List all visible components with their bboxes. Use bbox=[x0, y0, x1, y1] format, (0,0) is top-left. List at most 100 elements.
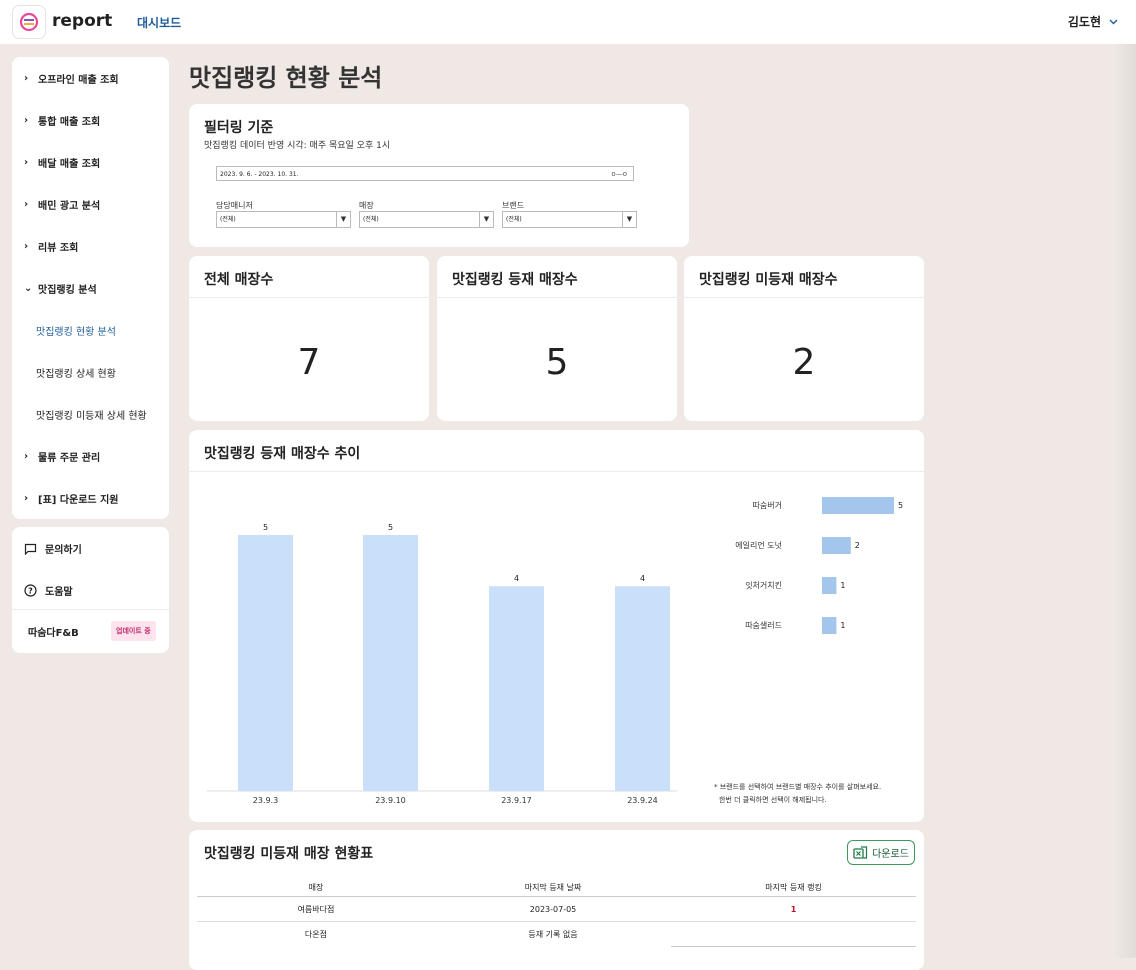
sidebar-item-integrated-sales[interactable]: › 통합 매출 조회 bbox=[24, 113, 100, 128]
table-cell: 다온점 bbox=[304, 929, 328, 939]
help-icon: ? bbox=[24, 584, 37, 597]
table-row[interactable]: 다온점 등재 기록 없음 bbox=[197, 921, 916, 947]
excel-download-icon bbox=[853, 845, 868, 859]
select-value: (전체) bbox=[220, 216, 236, 223]
sidebar-subitem-unlisted-detail[interactable]: 맛집랭킹 미등재 상세 현황 bbox=[36, 407, 147, 422]
data-label: 5 bbox=[898, 501, 903, 510]
chevron-down-icon: ⌄ bbox=[24, 283, 33, 294]
x-tick-label: 23.9.17 bbox=[501, 796, 532, 805]
bar bbox=[489, 586, 544, 791]
table-cell: 2023-07-05 bbox=[434, 896, 672, 922]
chart-note-line2: 한번 더 클릭하면 선택이 해제됩니다. bbox=[719, 796, 827, 804]
sidebar-item-logistics-orders[interactable]: › 물류 주문 관리 bbox=[24, 449, 100, 464]
sidebar-subitem-ranking-overview[interactable]: 맛집랭킹 현황 분석 bbox=[36, 323, 116, 338]
sidebar-item-label: 통합 매출 조회 bbox=[38, 117, 101, 128]
bar bbox=[238, 535, 293, 791]
support-panel: 문의하기 ? 도움말 따숨다F&B 업데이트 중 bbox=[12, 527, 169, 653]
table-cell bbox=[671, 921, 916, 947]
top-bar: report 대시보드 김도현 bbox=[0, 0, 1136, 44]
divider bbox=[437, 297, 677, 298]
sidebar-item-ranking-analysis[interactable]: ⌄ 맛집랭킹 분석 bbox=[24, 281, 97, 296]
sidebar-item-label: 배민 광고 분석 bbox=[38, 201, 101, 212]
sidebar-item-label: 문의하기 bbox=[45, 545, 82, 556]
sidebar-item-label: 맛집랭킹 분석 bbox=[38, 285, 97, 296]
chat-icon bbox=[24, 543, 37, 555]
brand-select[interactable]: (전체) ▼ bbox=[502, 211, 637, 228]
bar bbox=[363, 535, 418, 791]
table-cell: 등재 기록 없음 bbox=[528, 929, 578, 939]
sidebar-item-offline-sales[interactable]: › 오프라인 매출 조회 bbox=[24, 71, 119, 86]
x-tick-label: 23.9.3 bbox=[253, 796, 278, 805]
manager-select-label: 담당매니저 bbox=[216, 201, 253, 210]
chevron-right-icon: › bbox=[24, 493, 29, 504]
table-cell: 여름바다점 bbox=[197, 896, 435, 922]
dropdown-arrow-icon: ▼ bbox=[622, 212, 636, 227]
trend-chart-card: 맛집랭킹 등재 매장수 추이 5 23.9.3 5 23.9.10 4 23.9.17 4 2… bbox=[189, 430, 924, 822]
chevron-right-icon: › bbox=[24, 241, 29, 252]
page-title: 맛집랭킹 현황 분석 bbox=[189, 64, 383, 92]
brand-label: 따숨버거 bbox=[753, 500, 782, 510]
table-cell: 1 bbox=[671, 896, 916, 922]
sidebar-item-delivery-sales[interactable]: › 배달 매출 조회 bbox=[24, 155, 100, 170]
company-name: 따숨다F&B bbox=[28, 628, 79, 639]
divider bbox=[12, 609, 169, 610]
user-menu[interactable]: 김도현 bbox=[1068, 13, 1118, 30]
bar bbox=[615, 586, 670, 791]
app-logo[interactable] bbox=[12, 5, 46, 39]
kpi-value: 2 bbox=[792, 342, 816, 383]
brand-label: 잇처거치킨 bbox=[745, 580, 782, 590]
sidebar-item-baemin-ads[interactable]: › 배민 광고 분석 bbox=[24, 197, 100, 212]
data-label: 5 bbox=[263, 523, 268, 532]
svg-text:?: ? bbox=[28, 587, 33, 596]
kpi-card-total-stores: 전체 매장수 7 bbox=[189, 256, 429, 421]
kpi-value: 7 bbox=[297, 342, 321, 383]
column-header: 매장 bbox=[197, 878, 435, 897]
nav-dashboard[interactable]: 대시보드 bbox=[137, 14, 181, 31]
sidebar-item-help[interactable]: ? 도움말 bbox=[24, 583, 73, 598]
brand-label: 따숨샐러드 bbox=[745, 621, 782, 630]
chevron-right-icon: › bbox=[24, 199, 29, 210]
right-edge-shade bbox=[1114, 44, 1136, 958]
brand-bar bbox=[822, 497, 894, 514]
sidebar-item-label: 도움말 bbox=[45, 587, 73, 598]
data-label: 4 bbox=[514, 574, 519, 583]
column-header: 마지막 등재 날짜 bbox=[434, 878, 672, 897]
filter-card: 필터링 기준 맛집랭킹 데이터 반영 시각: 매주 목요일 오후 1시 2023… bbox=[189, 104, 689, 247]
data-label: 4 bbox=[640, 574, 645, 583]
trend-chart: 5 23.9.3 5 23.9.10 4 23.9.17 4 23.9.24 따숨버거 5 에일리언… bbox=[207, 497, 903, 805]
data-label: 1 bbox=[840, 621, 845, 630]
sidebar-nav: › 오프라인 매출 조회 › 통합 매출 조회 › 배달 매출 조회 › 배민 광고 분… bbox=[12, 57, 169, 519]
table-title: 맛집랭킹 미등재 매장 현황표 bbox=[204, 846, 374, 862]
chevron-down-icon bbox=[1109, 19, 1118, 24]
manager-select[interactable]: (전체) ▼ bbox=[216, 211, 351, 228]
brand-bar bbox=[822, 577, 837, 594]
date-range-value: 2023. 9. 6. - 2023. 10. 31. bbox=[220, 171, 299, 178]
x-tick-label: 23.9.10 bbox=[375, 796, 406, 805]
sidebar-item-download-support[interactable]: › [표] 다운로드 지원 bbox=[24, 491, 119, 506]
table-row[interactable]: 여름바다점 2023-07-05 1 bbox=[197, 896, 916, 922]
unlisted-stores-table: 매장 마지막 등재 날짜 마지막 등재 랭킹 여름바다점 2023-07-05 … bbox=[197, 878, 916, 947]
store-select[interactable]: (전체) ▼ bbox=[359, 211, 494, 228]
x-tick-label: 23.9.24 bbox=[627, 796, 658, 805]
brand-bar bbox=[822, 617, 837, 634]
sidebar-item-label: 물류 주문 관리 bbox=[38, 453, 101, 464]
chevron-right-icon: › bbox=[24, 115, 29, 126]
chart-note-line1: * 브랜드를 선택하여 브랜드별 매장수 추이를 살펴보세요. bbox=[714, 783, 882, 791]
chart-note: * 브랜드를 선택하여 브랜드별 매장수 추이를 살펴보세요. 한번 더 클릭하… bbox=[714, 781, 881, 807]
select-value: (전체) bbox=[506, 216, 522, 223]
download-button[interactable]: 다운로드 bbox=[847, 840, 915, 865]
sidebar-item-label: 리뷰 조회 bbox=[38, 243, 79, 254]
sidebar-item-contact[interactable]: 문의하기 bbox=[24, 541, 82, 556]
brand-label: 에일리언 도넛 bbox=[735, 540, 782, 550]
sidebar-item-reviews[interactable]: › 리뷰 조회 bbox=[24, 239, 78, 254]
sidebar-item-label: [표] 다운로드 지원 bbox=[38, 495, 119, 506]
brand-select-label: 브랜드 bbox=[502, 201, 525, 210]
table-header-row: 매장 마지막 등재 날짜 마지막 등재 랭킹 bbox=[197, 878, 916, 897]
data-label: 2 bbox=[855, 541, 860, 550]
unlisted-table-card: 맛집랭킹 미등재 매장 현황표 다운로드 매장 마지막 등재 날짜 마지막 등재… bbox=[189, 830, 924, 970]
date-range-input[interactable]: 2023. 9. 6. - 2023. 10. 31. o—o bbox=[216, 166, 634, 181]
logo-icon bbox=[19, 12, 39, 32]
sidebar-subitem-ranking-detail[interactable]: 맛집랭킹 상세 현황 bbox=[36, 365, 116, 380]
download-button-label: 다운로드 bbox=[872, 849, 909, 860]
kpi-card-listed-stores: 맛집랭킹 등재 매장수 5 bbox=[437, 256, 677, 421]
